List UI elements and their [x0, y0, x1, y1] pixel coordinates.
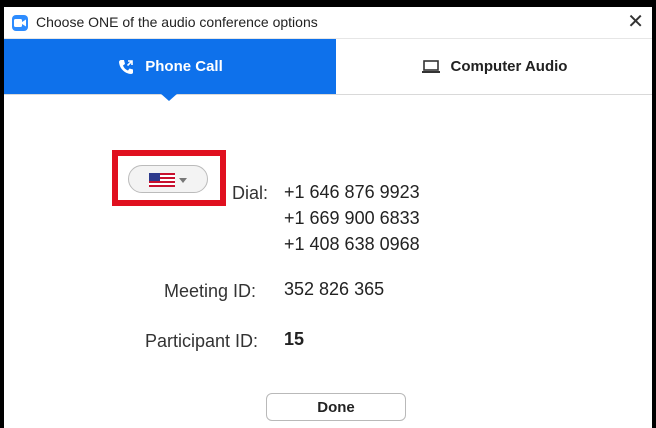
done-button[interactable]: Done — [266, 393, 406, 421]
tab-phone-call-label: Phone Call — [145, 58, 223, 75]
dial-label: Dial: — [232, 183, 269, 203]
window-title: Choose ONE of the audio conference optio… — [36, 14, 318, 30]
meeting-id-label: Meeting ID: — [164, 281, 257, 301]
tab-bar: Phone Call Computer Audio — [4, 39, 652, 95]
close-icon[interactable]: ✕ — [627, 10, 644, 34]
participant-id-label: Participant ID: — [145, 331, 259, 351]
tab-phone-call[interactable]: Phone Call — [4, 39, 336, 94]
title-bar: Choose ONE of the audio conference optio… — [4, 7, 652, 39]
dial-number: +1 669 900 6833 — [284, 208, 420, 228]
us-flag-icon — [149, 173, 175, 187]
dial-number: +1 408 638 0968 — [284, 234, 420, 254]
dial-numbers: +1 646 876 9923 +1 669 900 6833 +1 408 6… — [284, 179, 420, 257]
tab-computer-audio[interactable]: Computer Audio — [336, 39, 652, 94]
laptop-icon — [421, 59, 441, 75]
participant-id-value: 15 — [284, 329, 305, 349]
meeting-id-value: 352 826 365 — [284, 279, 385, 299]
phone-call-panel: Dial: +1 646 876 9923 +1 669 900 6833 +1… — [4, 95, 652, 428]
tab-computer-audio-label: Computer Audio — [450, 58, 568, 75]
zoom-app-icon — [12, 15, 28, 31]
country-select[interactable] — [128, 165, 208, 193]
chevron-down-icon — [179, 178, 187, 183]
phone-icon — [117, 58, 135, 76]
dial-number: +1 646 876 9923 — [284, 182, 420, 202]
audio-options-dialog: Choose ONE of the audio conference optio… — [4, 7, 652, 428]
